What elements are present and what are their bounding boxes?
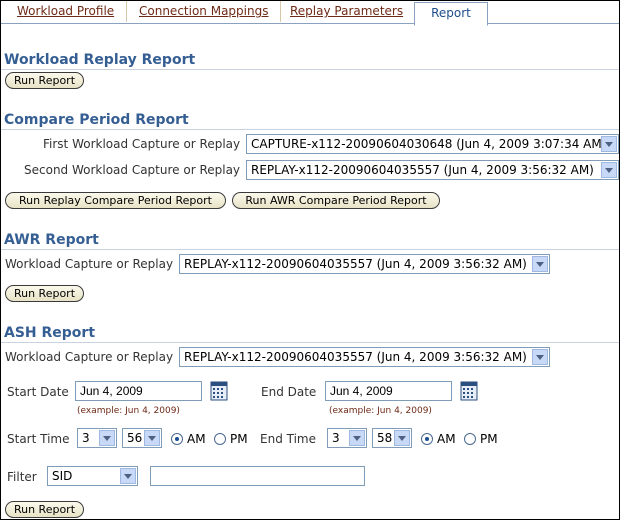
end-pm-radio[interactable] [464,433,476,445]
start-am-label: AM [187,432,206,446]
chevron-down-icon [601,136,617,152]
filter-select[interactable]: SID [47,466,138,486]
tab-replay-parameters-label: Replay Parameters [290,4,404,18]
filter-select-value: SID [52,469,73,483]
end-pm-label: PM [480,432,498,446]
chevron-down-icon [120,468,136,484]
awr-capture-select[interactable]: REPLAY-x112-20090604035557 (Jun 4, 2009 … [179,254,550,274]
run-replay-compare-button[interactable]: Run Replay Compare Period Report [5,192,226,209]
tab-report[interactable]: Report [414,2,488,26]
tab-report-label: Report [431,6,471,20]
start-pm-label: PM [230,432,248,446]
end-hour-value: 3 [332,431,340,445]
calendar-icon[interactable] [460,381,478,401]
ash-report-title: ASH Report [4,325,96,341]
second-capture-select[interactable]: REPLAY-x112-20090604035557 (Jun 4, 2009 … [246,160,619,180]
divider [1,249,619,250]
tab-connection-mappings-label: Connection Mappings [139,4,269,18]
divider [1,69,619,70]
chevron-down-icon [532,256,548,272]
start-date-input[interactable] [75,381,202,401]
compare-period-title: Compare Period Report [4,112,189,128]
tab-bar: Workload Profile Connection Mappings Rep… [1,1,619,26]
awr-capture-value: REPLAY-x112-20090604035557 (Jun 4, 2009 … [184,257,527,271]
start-hour-select[interactable]: 3 [77,428,117,448]
calendar-icon[interactable] [210,381,228,401]
ash-capture-value: REPLAY-x112-20090604035557 (Jun 4, 2009 … [184,350,527,364]
start-am-radio[interactable] [171,433,183,445]
radio-selected-dot [175,437,179,441]
awr-capture-label: Workload Capture or Replay [5,257,174,271]
radio-selected-dot [425,437,429,441]
end-time-label: End Time [260,432,316,446]
first-capture-label: First Workload Capture or Replay [43,137,241,151]
end-date-hint: (example: Jun 4, 2009) [329,406,432,416]
chevron-down-icon [144,430,160,446]
tab-replay-parameters[interactable]: Replay Parameters [290,1,403,22]
report-panel: Workload Profile Connection Mappings Rep… [0,0,620,520]
start-hour-value: 3 [82,431,90,445]
second-capture-value: REPLAY-x112-20090604035557 (Jun 4, 2009 … [251,163,594,177]
chevron-down-icon [532,349,548,365]
end-minute-select[interactable]: 58 [372,428,412,448]
ash-capture-label: Workload Capture or Replay [5,350,174,364]
first-capture-select[interactable]: CAPTURE-x112-20090604030648 (Jun 4, 2009… [246,134,619,154]
chevron-down-icon [394,430,410,446]
end-date-input[interactable] [325,381,452,401]
end-minute-value: 58 [377,431,393,445]
run-replay-report-button[interactable]: Run Report [5,72,84,89]
tab-connection-mappings[interactable]: Connection Mappings [127,1,282,22]
divider [1,342,619,343]
start-date-hint: (example: Jun 4, 2009) [77,406,180,416]
filter-label: Filter [7,470,37,484]
start-pm-radio[interactable] [214,433,226,445]
run-ash-report-button[interactable]: Run Report [5,501,84,518]
end-hour-select[interactable]: 3 [327,428,367,448]
end-date-label: End Date [261,385,317,399]
first-capture-value: CAPTURE-x112-20090604030648 (Jun 4, 2009… [251,137,607,151]
tab-workload-profile-label: Workload Profile [17,4,115,18]
run-awr-report-button[interactable]: Run Report [5,285,84,302]
end-am-label: AM [437,432,456,446]
run-awr-compare-button[interactable]: Run AWR Compare Period Report [232,192,440,209]
second-capture-label: Second Workload Capture or Replay [24,163,241,177]
end-am-radio[interactable] [421,433,433,445]
workload-replay-title: Workload Replay Report [4,52,196,68]
chevron-down-icon [99,430,115,446]
awr-report-title: AWR Report [4,232,99,248]
start-minute-select[interactable]: 56 [122,428,162,448]
ash-capture-select[interactable]: REPLAY-x112-20090604035557 (Jun 4, 2009 … [179,347,550,367]
chevron-down-icon [601,162,617,178]
tab-workload-profile[interactable]: Workload Profile [5,1,128,22]
filter-text-input[interactable] [150,466,365,486]
start-time-label: Start Time [7,432,70,446]
start-date-label: Start Date [7,385,69,399]
divider [1,129,619,130]
start-minute-value: 56 [127,431,143,445]
chevron-down-icon [349,430,365,446]
